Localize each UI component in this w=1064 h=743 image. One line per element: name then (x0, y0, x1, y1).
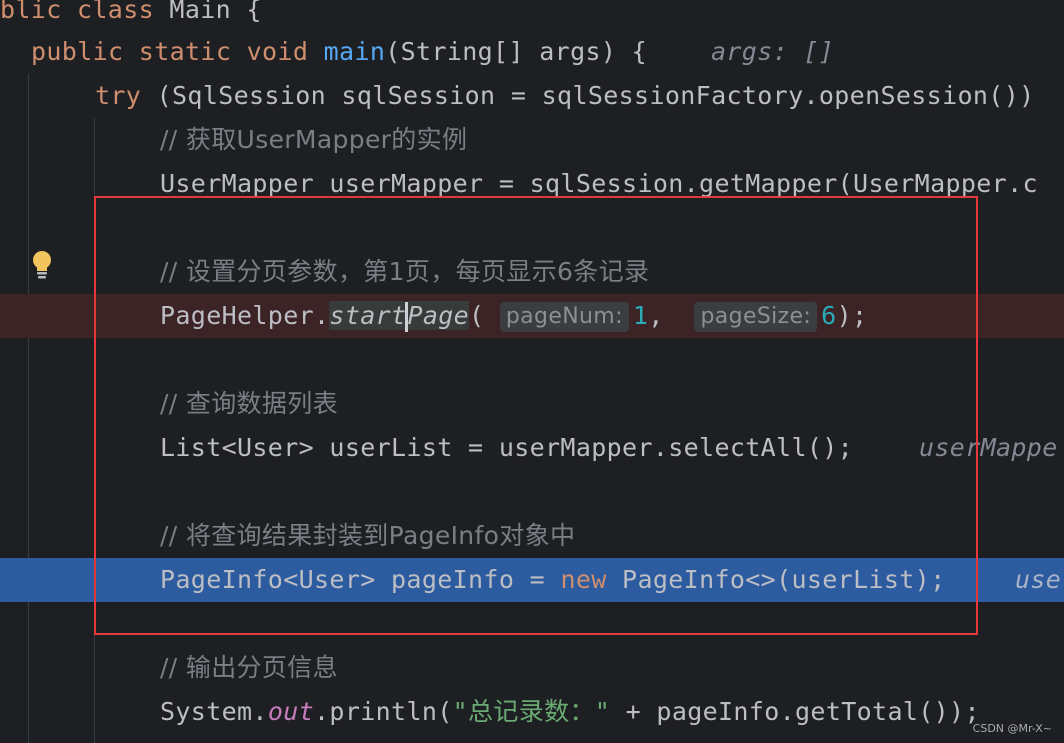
comment-line[interactable]: // 设置分页参数，第1页，每页显示6条记录 (0, 250, 1064, 294)
keyword: blic class (0, 0, 155, 24)
keyword: try (95, 81, 142, 110)
keyword: public static void (31, 37, 309, 66)
comma: , (648, 301, 664, 330)
static-field: out (267, 697, 315, 726)
code-text: (SqlSession sqlSession = sqlSessionFacto… (141, 81, 1035, 110)
lightbulb-icon[interactable] (31, 250, 53, 280)
keyword: new (560, 565, 607, 594)
breakpoint-line[interactable]: PageHelper.startPage( pageNum: 1, pageSiz… (0, 294, 1064, 338)
code-line[interactable]: public static void main(String[] args) {… (0, 30, 1064, 74)
comment-text: // 获取UserMapper的实例 (160, 125, 468, 154)
paren-open: ( (469, 301, 485, 330)
code-line[interactable]: UserMapper userMapper = sqlSession.getMa… (0, 162, 1064, 206)
code-text: Main { (154, 0, 262, 24)
paren-close: ); (836, 301, 868, 330)
code-text: UserMapper userMapper = sqlSession.getMa… (160, 169, 1038, 198)
code-text: + pageInfo.getTotal()); (610, 697, 980, 726)
comment-line[interactable]: // 将查询结果封装到PageInfo对象中 (0, 514, 1064, 558)
code-line[interactable]: try (SqlSession sqlSession = sqlSessionF… (0, 74, 1064, 118)
param-hint-pagenum: pageNum: (499, 302, 629, 332)
code-editor[interactable]: blic class Main { public static void mai… (0, 0, 1064, 743)
comment-line[interactable]: // 获取UserMapper的实例 (0, 118, 1064, 162)
comment-text: // 设置分页参数，第1页，每页显示6条记录 (160, 257, 650, 286)
code-line[interactable]: List<User> userList = userMapper.selectA… (0, 426, 1064, 470)
comment-text: // 将查询结果封装到PageInfo对象中 (160, 521, 576, 550)
code-text: PageInfo<User> pageInfo = (160, 565, 561, 594)
comment-line[interactable]: // 查询数据列表 (0, 382, 1064, 426)
code-text: .println( (314, 697, 453, 726)
execution-point-line[interactable]: PageInfo<User> pageInfo = new PageInfo<>… (0, 558, 1064, 602)
number-literal: 6 (821, 301, 837, 330)
watermark: CSDN @Mr-X~ (972, 722, 1052, 735)
code-line[interactable]: System.out.println("总记录数：" + pageInfo.ge… (0, 690, 1064, 734)
code-line[interactable]: blic class Main { (0, 0, 1064, 32)
method-name: main (323, 37, 386, 66)
code-text: List<User> userList = userMapper.selectA… (160, 433, 854, 462)
comment-line[interactable]: // 输出分页信息 (0, 646, 1064, 690)
number-literal: 1 (632, 301, 649, 330)
code-text: System. (160, 697, 268, 726)
code-text: (String[] args) { (385, 37, 648, 66)
code-text: PageInfo<>(userList); (606, 565, 946, 594)
comment-text: // 输出分页信息 (160, 653, 338, 682)
param-hint-pagesize: pageSize: (694, 302, 818, 332)
inlay-hint: args: [] (711, 37, 835, 66)
inlay-hint: use (1015, 565, 1062, 594)
comment-text: // 查询数据列表 (160, 389, 338, 418)
string-literal: "总记录数：" (452, 697, 611, 726)
code-text: PageHelper. (160, 301, 330, 330)
inlay-hint: userMappe (919, 433, 1058, 462)
method-name-start: startPage (329, 301, 470, 332)
